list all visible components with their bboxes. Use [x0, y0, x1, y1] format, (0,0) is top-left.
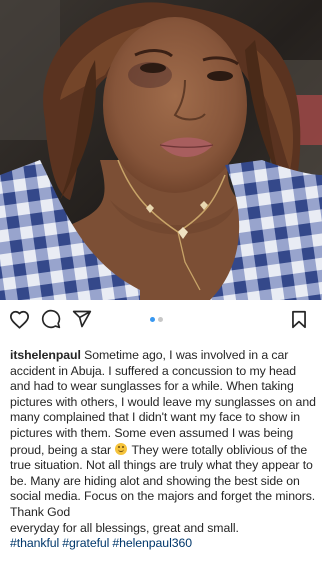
caption-text: Sometime ago, I was involved in a car ac…: [10, 348, 316, 457]
comment-button[interactable]: [40, 308, 62, 330]
face: [103, 17, 247, 193]
bookmark-icon: [292, 310, 306, 328]
post-photo[interactable]: [0, 0, 322, 300]
heart-icon: [9, 310, 29, 329]
caption-username[interactable]: itshelenpaul: [10, 348, 81, 362]
share-icon: [72, 310, 92, 328]
caption-hashtags: #thankful #grateful #helenpaul360: [10, 536, 195, 550]
carousel-dot-active: [150, 316, 155, 322]
right-eye: [207, 71, 233, 81]
left-eye: [140, 63, 166, 73]
hashtag-link[interactable]: #grateful: [62, 536, 109, 550]
post-photo-illustration: [0, 0, 322, 300]
hashtag-link[interactable]: #thankful: [10, 536, 59, 550]
comment-icon: [41, 309, 61, 329]
post-caption: itshelenpaul Sometime ago, I was involve…: [10, 348, 316, 552]
grinning-face-emoji-icon: [115, 442, 128, 455]
like-button[interactable]: [8, 308, 30, 330]
save-button[interactable]: [288, 308, 310, 330]
instagram-post: itshelenpaul Sometime ago, I was involve…: [0, 0, 322, 570]
caption-last-line: everyday for all blessings, great and sm…: [10, 520, 239, 535]
share-button[interactable]: [71, 308, 93, 330]
carousel-dot: [158, 316, 163, 322]
hashtag-link[interactable]: #helenpaul360: [112, 536, 192, 550]
carousel-indicator: [150, 316, 170, 322]
